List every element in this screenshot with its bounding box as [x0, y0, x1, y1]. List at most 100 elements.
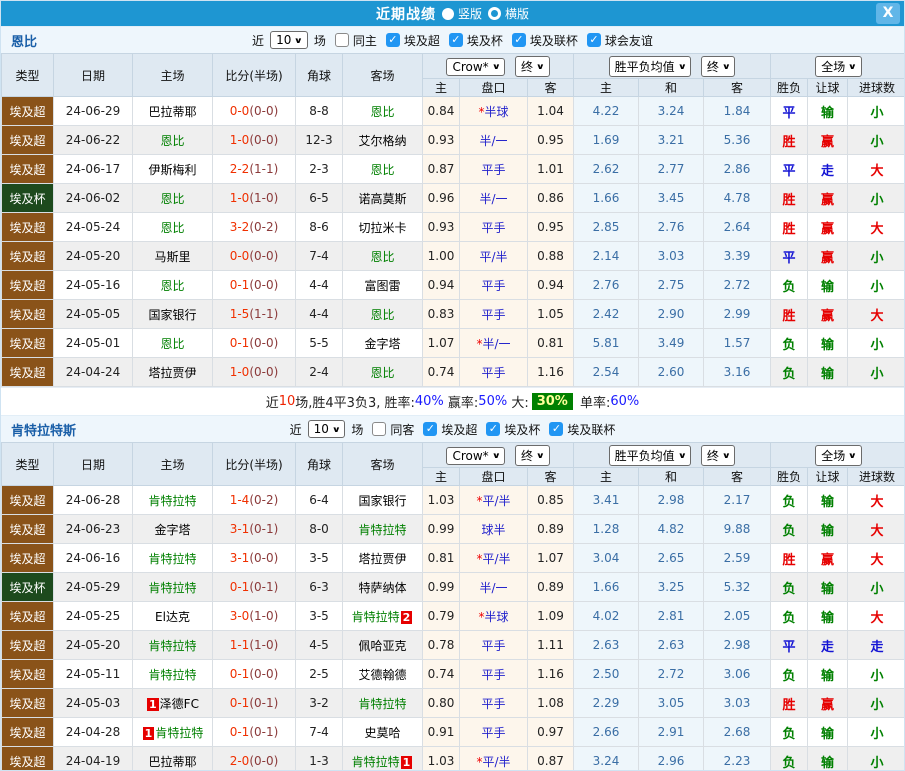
result-goals: 小 [848, 689, 905, 718]
avg-away: 3.06 [704, 660, 771, 689]
odds-home: 1.03 [423, 486, 460, 515]
odds-time-select[interactable]: 终∨ [515, 56, 550, 77]
col-header-away: 客场 [343, 54, 423, 97]
avg-home: 1.66 [574, 573, 639, 602]
team-label: 恩比 [370, 163, 394, 177]
odds-home: 0.91 [423, 718, 460, 747]
odds-time-select[interactable]: 终∨ [515, 445, 550, 466]
avg-time-select[interactable]: 终∨ [701, 56, 736, 77]
score-fulltime: 0-1 [230, 696, 250, 710]
avg-draw: 3.05 [639, 689, 704, 718]
match-row: 埃及超24-06-28肯特拉特1-4(0-2)6-4国家银行1.03*平/半0.… [2, 486, 905, 515]
col-header-avg-home: 主 [574, 468, 639, 486]
score-halftime: (0-0) [249, 667, 278, 681]
avg-home: 2.62 [574, 155, 639, 184]
result-handicap: 输 [808, 271, 848, 300]
result-char: 赢 [821, 251, 834, 266]
team-label: 金字塔 [154, 523, 190, 537]
avg-select-cell: 胜平负均值∨ 终∨ [574, 54, 771, 79]
league-checkbox[interactable]: ✓ [486, 422, 500, 436]
avg-away: 5.36 [704, 126, 771, 155]
team-label: 国家银行 [358, 494, 406, 508]
summary-line: 近10场,胜4平3负3, 胜率:40% 赢率:50% 大:30% 单率:60% [1, 387, 904, 415]
avg-source-select[interactable]: 胜平负均值∨ [609, 445, 692, 466]
corner-count: 4-4 [296, 300, 343, 329]
result-goals: 小 [848, 358, 905, 387]
handicap-text: 平手 [481, 697, 505, 711]
summary-segment: 场,胜4平3负3, 胜率: [295, 392, 415, 411]
team-label: 金字塔 [364, 337, 400, 351]
same-venue-checkbox[interactable] [372, 422, 386, 436]
avg-home: 2.85 [574, 213, 639, 242]
team-label: 诺高莫斯 [358, 192, 406, 206]
col-header-home: 主场 [133, 443, 213, 486]
odds-home: 0.87 [423, 155, 460, 184]
handicap-text: 半球 [484, 610, 508, 624]
avg-draw: 3.49 [639, 329, 704, 358]
odds-home: 0.74 [423, 660, 460, 689]
result-handicap: 输 [808, 718, 848, 747]
result-wdl: 负 [771, 718, 808, 747]
chevron-down-icon: ∨ [536, 62, 545, 71]
odds-away: 1.04 [528, 97, 574, 126]
match-score: 0-1(0-0) [213, 660, 296, 689]
odds-time-value: 终 [521, 447, 533, 464]
away-team: 肯特拉特1 [343, 747, 423, 771]
result-char: 赢 [821, 222, 834, 237]
league-badge: 埃及超 [2, 213, 54, 242]
col-header-goals: 进球数 [848, 468, 905, 486]
col-header-odds-away: 客 [528, 79, 574, 97]
result-goals: 小 [848, 242, 905, 271]
league-checkbox[interactable]: ✓ [549, 422, 563, 436]
result-char: 赢 [821, 135, 834, 150]
summary-segment: 30% [532, 393, 573, 410]
avg-home: 1.66 [574, 184, 639, 213]
avg-time-select[interactable]: 终∨ [701, 445, 736, 466]
odds-source-select[interactable]: Crow*∨ [446, 447, 505, 465]
scope-select[interactable]: 全场∨ [815, 445, 862, 466]
result-handicap: 输 [808, 486, 848, 515]
team-label: 肯特拉特 [155, 726, 203, 740]
handicap-line: 平手 [460, 300, 528, 329]
portrait-radio[interactable] [442, 8, 454, 20]
avg-home: 3.04 [574, 544, 639, 573]
recent-count-select[interactable]: 10∨ [308, 420, 346, 438]
handicap-text: 平手 [481, 366, 505, 380]
corner-count: 3-5 [296, 544, 343, 573]
same-venue-checkbox[interactable] [335, 33, 349, 47]
odds-away: 0.87 [528, 747, 574, 771]
result-char: 输 [821, 582, 834, 597]
handicap-text: 半/一 [479, 581, 507, 595]
match-date: 24-05-29 [54, 573, 133, 602]
avg-away: 9.88 [704, 515, 771, 544]
corner-count: 3-2 [296, 689, 343, 718]
league-checkbox[interactable]: ✓ [386, 33, 400, 47]
avg-draw: 4.82 [639, 515, 704, 544]
league-checkbox[interactable]: ✓ [423, 422, 437, 436]
avg-draw: 3.21 [639, 126, 704, 155]
handicap-line: 平手 [460, 358, 528, 387]
result-char: 小 [871, 193, 884, 208]
away-team: 特萨纳体 [343, 573, 423, 602]
league-checkbox[interactable]: ✓ [449, 33, 463, 47]
scope-select[interactable]: 全场∨ [815, 56, 862, 77]
landscape-radio[interactable] [488, 7, 501, 20]
odds-home: 0.80 [423, 689, 460, 718]
corner-count: 6-4 [296, 486, 343, 515]
summary-segment: 近 [266, 392, 279, 411]
odds-away: 1.08 [528, 689, 574, 718]
corner-count: 3-5 [296, 602, 343, 631]
home-team: 肯特拉特 [133, 660, 213, 689]
team-label: 恩比 [160, 279, 184, 293]
odds-away: 1.01 [528, 155, 574, 184]
match-score: 1-0(0-0) [213, 358, 296, 387]
league-checkbox[interactable]: ✓ [587, 33, 601, 47]
odds-source-select[interactable]: Crow*∨ [446, 58, 505, 76]
recent-count-select[interactable]: 10∨ [270, 31, 308, 49]
league-checkbox[interactable]: ✓ [512, 33, 526, 47]
score-halftime: (0-0) [249, 133, 278, 147]
col-header-wdl: 胜负 [771, 79, 808, 97]
avg-source-select[interactable]: 胜平负均值∨ [609, 56, 692, 77]
home-team: 马斯里 [133, 242, 213, 271]
close-icon[interactable]: X [876, 3, 900, 24]
